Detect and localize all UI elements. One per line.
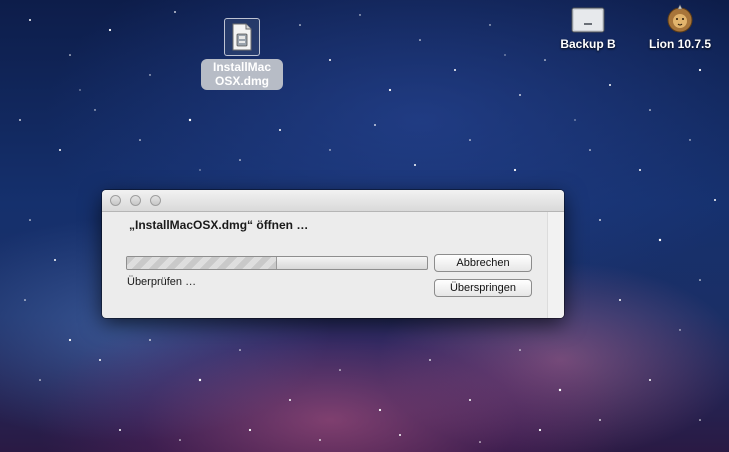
zoom-window-button[interactable] — [150, 195, 161, 206]
desktop-icon-installmacosx-dmg[interactable]: InstallMac OSX.dmg — [200, 18, 284, 90]
desktop-icon-backup-b[interactable]: Backup B — [552, 6, 624, 51]
close-window-button[interactable] — [110, 195, 121, 206]
open-progress-dialog: „InstallMacOSX.dmg“ öffnen … Überprüfen … — [102, 190, 564, 318]
status-text: Überprüfen … — [127, 276, 197, 288]
desktop-icon-label: InstallMac OSX.dmg — [201, 59, 283, 90]
minimize-window-button[interactable] — [130, 195, 141, 206]
progress-bar — [126, 256, 428, 270]
desktop-icon-lion[interactable]: Lion 10.7.5 — [640, 4, 720, 51]
desktop-icon-label: Lion 10.7.5 — [648, 37, 712, 51]
scrollbar-track[interactable] — [547, 212, 564, 318]
dialog-message: „InstallMacOSX.dmg“ öffnen … — [129, 218, 309, 232]
skip-button[interactable]: Überspringen — [434, 279, 532, 297]
desktop-icon-label: Backup B — [560, 37, 616, 51]
external-drive-icon — [571, 7, 605, 33]
dialog-titlebar[interactable] — [102, 190, 564, 212]
lion-installer-icon — [667, 4, 693, 33]
disk-image-icon — [224, 18, 260, 56]
progress-bar-fill — [127, 257, 277, 269]
cancel-button[interactable]: Abbrechen — [434, 254, 532, 272]
